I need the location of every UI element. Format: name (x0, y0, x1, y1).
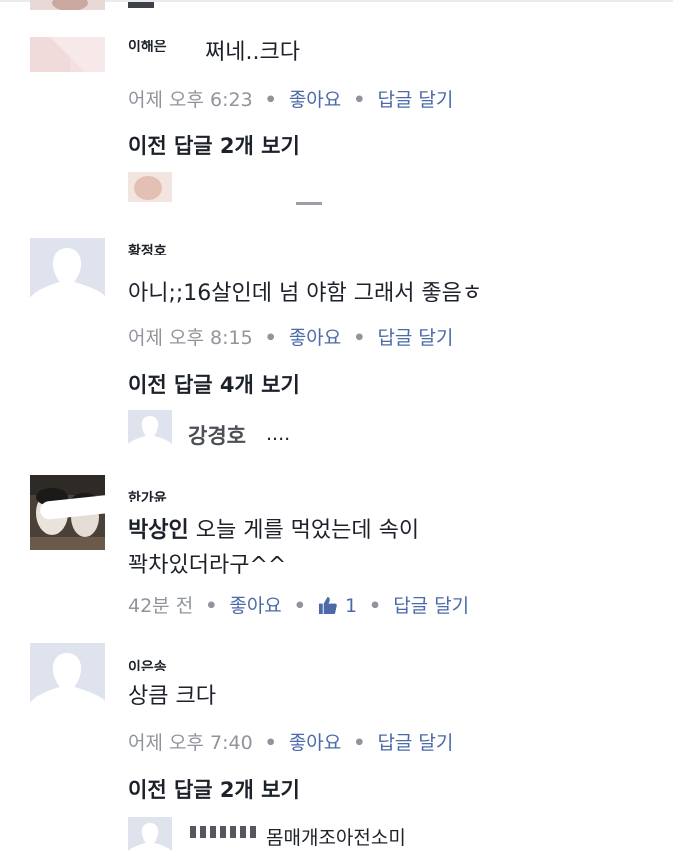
view-previous-replies[interactable]: 이전 답글 2개 보기 (128, 774, 300, 804)
reply-avatar[interactable] (128, 172, 172, 216)
comment-time[interactable]: 42분 전 (128, 595, 193, 617)
avatar[interactable] (30, 37, 105, 72)
view-previous-replies[interactable]: 이전 답글 2개 보기 (128, 130, 300, 160)
comment-text-line2: 꽉차있더라구^^ (128, 553, 287, 578)
commenter-name-text: 이은송 (128, 660, 167, 671)
commenter-name[interactable]: 황정호 (128, 241, 198, 255)
reply-author-name[interactable]: 강경호 (188, 420, 246, 450)
comment-text: 쩌네..크다 (205, 40, 300, 65)
separator-dot: • (353, 89, 366, 111)
reply-button[interactable]: 답글 달기 (377, 327, 453, 349)
person-placeholder-icon (30, 643, 105, 716)
comment-text: 아니;;16살인데 넘 야함 그래서 좋음ㅎ (128, 281, 483, 306)
avatar[interactable] (30, 238, 105, 311)
commenter-name-text: 황정호 (128, 244, 167, 255)
avatar-photo (30, 37, 105, 72)
comment-meta: 42분 전 • 좋아요 • 1 • 답글 달기 (128, 591, 469, 618)
comment-time[interactable]: 어제 오후 7:40 (128, 732, 253, 754)
comment-meta: 어제 오후 6:23 • 좋아요 • 답글 달기 (128, 85, 453, 112)
separator-dot: • (369, 595, 382, 617)
separator-dot: • (353, 732, 366, 754)
name-redaction (128, 649, 208, 659)
name-redaction (128, 28, 208, 40)
commenter-name[interactable]: 한가윤 (128, 488, 198, 502)
comment-time[interactable]: 어제 오후 8:15 (128, 327, 253, 349)
reply-preview-text: 몸매개조아전소미 (266, 827, 406, 849)
name-redaction (186, 838, 264, 850)
comment-time[interactable]: 어제 오후 6:23 (128, 89, 253, 111)
reply-button[interactable]: 답글 달기 (377, 732, 453, 754)
like-button[interactable]: 좋아요 (229, 595, 281, 617)
avatar[interactable] (30, 0, 105, 10)
name-fragment-top (128, 2, 154, 8)
reply-button[interactable]: 답글 달기 (393, 595, 469, 617)
commenter-name[interactable]: 이은송 (128, 657, 198, 671)
reply-preview-text: .... (266, 423, 291, 445)
comment-text-line1: 오늘 게를 먹었는데 속이 (188, 518, 420, 543)
separator-dot: • (353, 327, 366, 349)
person-placeholder-icon (128, 817, 172, 861)
avatar-photo (30, 0, 105, 10)
thumbs-up-icon (318, 596, 337, 615)
like-button[interactable]: 좋아요 (289, 732, 341, 754)
avatar[interactable] (30, 643, 105, 716)
commenter-name-text: 한가윤 (128, 491, 167, 502)
like-count-value: 1 (344, 595, 358, 617)
like-count[interactable]: 1 (318, 595, 357, 617)
like-button[interactable]: 좋아요 (289, 327, 341, 349)
tagged-user[interactable]: 박상인 (128, 518, 189, 543)
separator-dot: • (264, 89, 277, 111)
separator-dot: • (293, 595, 306, 617)
name-redaction (128, 478, 208, 490)
like-button[interactable]: 좋아요 (289, 89, 341, 111)
comment-text: 상큼 크다 (128, 684, 216, 709)
reply-avatar[interactable] (128, 817, 172, 861)
separator-dot: • (264, 732, 277, 754)
reply-avatar[interactable] (128, 410, 172, 454)
comment-meta: 어제 오후 7:40 • 좋아요 • 답글 달기 (128, 728, 453, 755)
separator-dot: • (264, 327, 277, 349)
person-placeholder-icon (30, 238, 105, 311)
view-previous-replies[interactable]: 이전 답글 4개 보기 (128, 369, 300, 399)
person-placeholder-icon (128, 410, 172, 454)
reply-button[interactable]: 답글 달기 (377, 89, 453, 111)
commenter-name-text: 이해은 (128, 39, 167, 52)
reply-name-redacted (296, 202, 322, 205)
separator-dot: • (205, 595, 218, 617)
name-redaction (128, 232, 208, 243)
avatar-photo (128, 172, 172, 216)
comment-meta: 어제 오후 8:15 • 좋아요 • 답글 달기 (128, 323, 453, 350)
comment-text: 박상인 오늘 게를 먹었는데 속이 (128, 512, 419, 544)
